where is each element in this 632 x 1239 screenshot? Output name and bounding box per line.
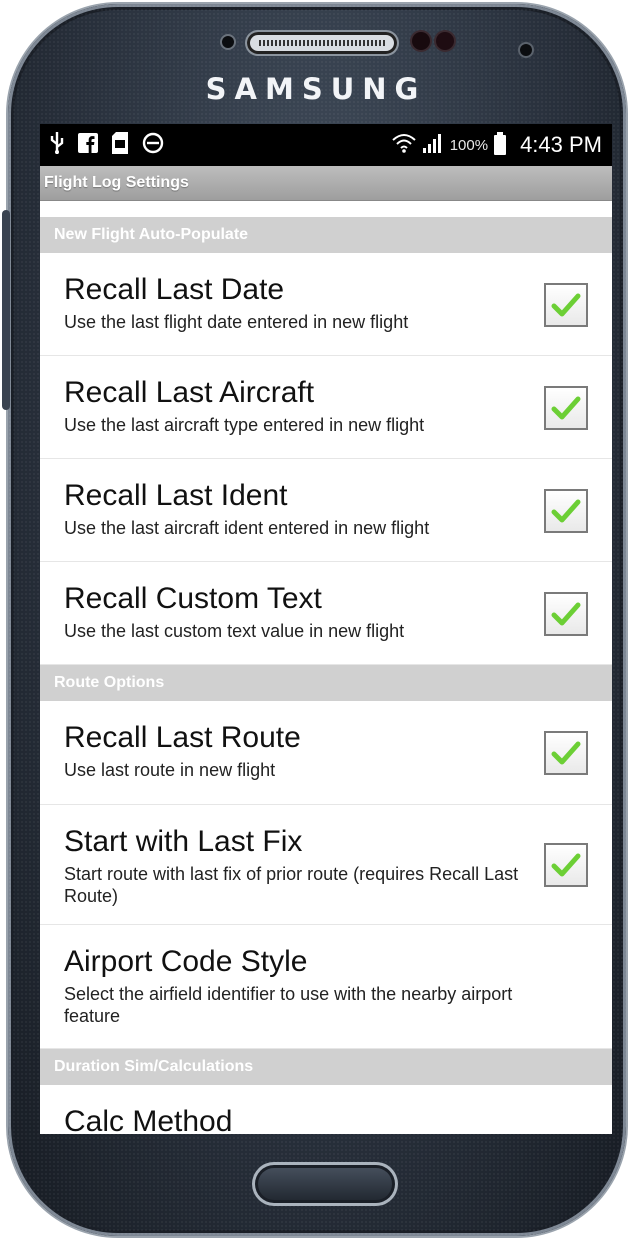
earpiece-speaker [247, 32, 397, 54]
status-time: 4:43 PM [520, 132, 602, 157]
pref-title: Recall Last Ident [64, 479, 288, 512]
do-not-disturb-icon [142, 132, 164, 158]
proximity-sensor [412, 32, 430, 50]
settings-list: New Flight Auto-Populate Recall Last Date… [40, 217, 612, 1134]
section-header: Duration Sim/Calculations [40, 1049, 612, 1085]
pref-item[interactable]: Recall Last Route Use last route in new f… [40, 701, 612, 805]
pref-summary: Use last route in new flight [64, 760, 276, 780]
checkbox[interactable] [544, 843, 588, 887]
section-header: Route Options [40, 665, 612, 701]
battery-percent: 100% [449, 136, 489, 154]
wifi-icon [392, 133, 416, 158]
battery-icon [494, 132, 507, 155]
pref-item[interactable]: Recall Last Ident Use the last aircraft i… [40, 459, 612, 562]
status-bar: 100% 4:43 PM [40, 124, 612, 166]
pref-item[interactable]: Start with Last Fix Start route with last… [40, 805, 612, 925]
pref-item[interactable]: Calc Method [40, 1085, 612, 1134]
pref-summary: Start route with last fix of prior route… [64, 864, 519, 906]
pref-title: Airport Code Style [64, 945, 308, 978]
pref-title: Calc Method [64, 1105, 233, 1134]
facebook-icon [78, 133, 98, 157]
section-header: New Flight Auto-Populate [40, 217, 612, 253]
checkbox[interactable] [544, 283, 588, 327]
signal-icon [422, 133, 444, 158]
screen: 100% 4:43 PM Flight Log Settings New Fli… [40, 124, 612, 1134]
pref-item[interactable]: Recall Last Date Use the last flight date… [40, 253, 612, 356]
checkbox[interactable] [544, 731, 588, 775]
home-button[interactable] [252, 1162, 398, 1206]
checkmark-icon [551, 601, 581, 627]
usb-icon [50, 132, 64, 158]
pref-summary: Use the last aircraft ident entered in n… [64, 518, 430, 538]
pref-summary: Use the last flight date entered in new … [64, 312, 409, 332]
secondary-camera-icon [520, 44, 532, 56]
pref-title: Recall Last Route [64, 721, 301, 754]
sd-card-icon [112, 132, 128, 158]
checkbox[interactable] [544, 592, 588, 636]
light-sensor [436, 32, 454, 50]
checkmark-icon [551, 852, 581, 878]
pref-title: Start with Last Fix [64, 825, 303, 858]
pref-title: Recall Last Aircraft [64, 376, 315, 409]
pref-summary: Select the airfield identifier to use wi… [64, 984, 513, 1026]
checkmark-icon [551, 395, 581, 421]
checkbox[interactable] [544, 489, 588, 533]
pref-summary: Use the last custom text value in new fl… [64, 621, 405, 641]
checkmark-icon [551, 740, 581, 766]
checkmark-icon [551, 498, 581, 524]
checkmark-icon [551, 292, 581, 318]
pref-title: Recall Custom Text [64, 582, 322, 615]
pref-item[interactable]: Recall Custom Text Use the last custom te… [40, 562, 612, 665]
pref-item[interactable]: Airport Code Style Select the airfield id… [40, 925, 612, 1049]
pref-summary: Use the last aircraft type entered in ne… [64, 415, 425, 435]
volume-key [2, 210, 10, 410]
page-title: Flight Log Settings [40, 166, 612, 201]
pref-item[interactable]: Recall Last Aircraft Use the last aircraf… [40, 356, 612, 459]
pref-title: Recall Last Date [64, 273, 285, 306]
front-camera-icon [222, 36, 234, 48]
brand-logo: SAMSUNG [205, 72, 427, 106]
checkbox[interactable] [544, 386, 588, 430]
